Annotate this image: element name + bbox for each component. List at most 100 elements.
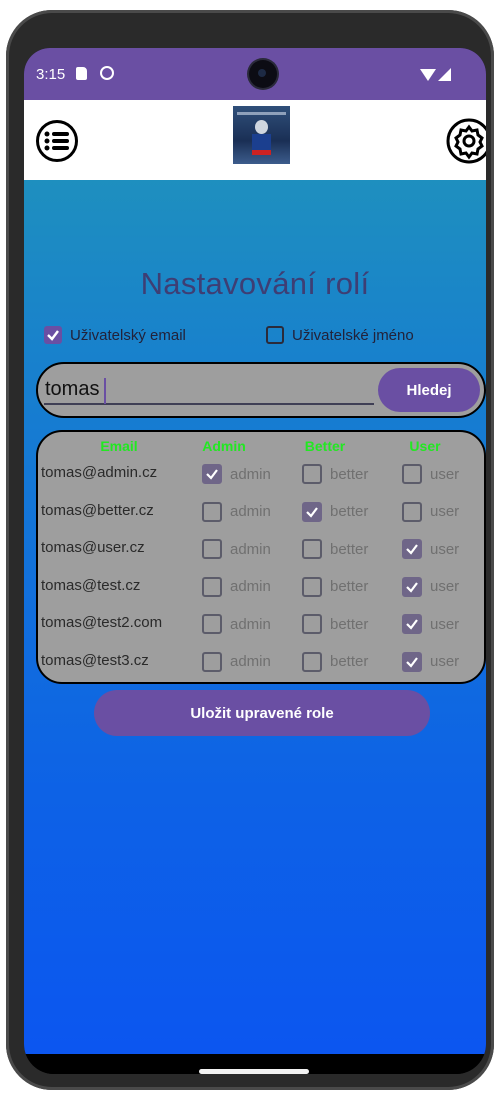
better-label: better bbox=[330, 615, 369, 633]
row-email: tomas@test2.com bbox=[41, 614, 163, 631]
app-logo bbox=[233, 106, 290, 164]
option-email[interactable]: Uživatelský email bbox=[44, 324, 186, 346]
role-better-toggle[interactable]: better bbox=[302, 650, 368, 674]
table-row: tomas@test2.com admin better user bbox=[38, 606, 484, 642]
status-time: 3:15 bbox=[36, 66, 66, 83]
admin-label: admin bbox=[230, 540, 271, 558]
admin-checkbox[interactable] bbox=[202, 614, 222, 634]
role-better-toggle[interactable]: better bbox=[302, 612, 368, 636]
home-gesture-pill[interactable] bbox=[199, 1069, 309, 1074]
email-checkbox[interactable] bbox=[44, 326, 62, 344]
better-label: better bbox=[330, 503, 369, 520]
status-bar: 3:15 bbox=[24, 48, 486, 100]
header-better: Better bbox=[304, 438, 346, 454]
table-row: tomas@better.cz admin better user bbox=[38, 494, 484, 530]
role-admin-toggle[interactable]: admin bbox=[202, 537, 271, 561]
header-admin: Admin bbox=[202, 438, 246, 454]
page-title: Nastavování rolí bbox=[140, 266, 370, 301]
role-better-toggle[interactable]: better bbox=[302, 462, 368, 486]
role-admin-toggle[interactable]: admin bbox=[202, 462, 271, 486]
role-user-toggle[interactable]: user bbox=[402, 575, 459, 599]
better-label: better bbox=[330, 653, 369, 670]
role-admin-toggle[interactable]: admin bbox=[202, 575, 271, 599]
row-email: tomas@admin.cz bbox=[41, 464, 158, 481]
role-user-toggle[interactable]: user bbox=[402, 462, 459, 486]
check-icon bbox=[406, 581, 418, 593]
user-label: user bbox=[430, 465, 460, 483]
row-email: tomas@test3.cz bbox=[41, 651, 149, 669]
role-user-toggle[interactable]: user bbox=[402, 500, 459, 524]
check-icon bbox=[206, 469, 218, 480]
check-icon bbox=[406, 619, 418, 630]
check-icon bbox=[47, 330, 59, 341]
signal-icon bbox=[438, 68, 451, 81]
user-checkbox[interactable] bbox=[402, 464, 422, 484]
search-button[interactable]: Hledej bbox=[378, 368, 480, 412]
user-checkbox[interactable] bbox=[402, 651, 422, 672]
admin-checkbox[interactable] bbox=[202, 501, 222, 522]
user-checkbox[interactable] bbox=[402, 576, 422, 597]
role-admin-toggle[interactable]: admin bbox=[202, 650, 271, 674]
user-label: user bbox=[430, 653, 460, 670]
user-checkbox[interactable] bbox=[402, 614, 422, 634]
settings-button[interactable] bbox=[446, 118, 486, 164]
check-icon bbox=[406, 544, 418, 555]
header-user: User bbox=[409, 438, 441, 454]
row-email: tomas@better.cz bbox=[41, 501, 154, 519]
user-checkbox[interactable] bbox=[402, 539, 422, 559]
better-checkbox[interactable] bbox=[302, 539, 322, 559]
role-user-toggle[interactable]: user bbox=[402, 650, 459, 674]
better-label: better bbox=[330, 465, 369, 483]
text-caret bbox=[104, 378, 106, 404]
admin-label: admin bbox=[230, 578, 271, 595]
admin-checkbox[interactable] bbox=[202, 539, 222, 559]
phone-frame: 3:15 Nastavování rolí Uživatelský email … bbox=[6, 10, 494, 1090]
better-checkbox[interactable] bbox=[302, 576, 322, 597]
user-label: user bbox=[430, 540, 460, 558]
gear-icon bbox=[446, 118, 486, 164]
better-checkbox[interactable] bbox=[302, 651, 322, 672]
admin-checkbox[interactable] bbox=[202, 576, 222, 597]
option-username-label: Uživatelské jméno bbox=[292, 326, 414, 344]
better-checkbox[interactable] bbox=[302, 501, 322, 522]
save-roles-button[interactable]: Uložit upravené role bbox=[94, 690, 430, 736]
header-email: Email bbox=[100, 438, 138, 454]
roles-table: Email Admin Better User tomas@admin.cz ad… bbox=[36, 430, 486, 684]
user-label: user bbox=[430, 578, 460, 595]
user-checkbox[interactable] bbox=[402, 501, 422, 522]
admin-label: admin bbox=[230, 465, 271, 483]
notification-icon bbox=[100, 66, 114, 80]
role-better-toggle[interactable]: better bbox=[302, 575, 368, 599]
menu-button[interactable] bbox=[36, 120, 78, 162]
screen: 3:15 Nastavování rolí Uživatelský email … bbox=[24, 48, 486, 1074]
admin-checkbox[interactable] bbox=[202, 651, 222, 672]
user-label: user bbox=[430, 503, 460, 520]
role-admin-toggle[interactable]: admin bbox=[202, 612, 271, 636]
table-row: tomas@test.cz admin better user bbox=[38, 569, 484, 605]
search-input[interactable] bbox=[44, 375, 374, 405]
table-row: tomas@test3.cz admin better user bbox=[38, 644, 484, 680]
row-email: tomas@user.cz bbox=[41, 539, 145, 556]
admin-checkbox[interactable] bbox=[202, 464, 222, 484]
better-checkbox[interactable] bbox=[302, 464, 322, 484]
admin-label: admin bbox=[230, 503, 271, 520]
better-label: better bbox=[330, 540, 369, 558]
wifi-icon bbox=[420, 69, 436, 81]
role-user-toggle[interactable]: user bbox=[402, 537, 459, 561]
role-better-toggle[interactable]: better bbox=[302, 500, 368, 524]
role-user-toggle[interactable]: user bbox=[402, 612, 459, 636]
check-icon bbox=[406, 656, 418, 668]
option-username[interactable]: Uživatelské jméno bbox=[266, 324, 414, 346]
option-email-label: Uživatelský email bbox=[70, 326, 186, 344]
list-menu-icon bbox=[44, 131, 69, 151]
app-bar bbox=[24, 100, 486, 180]
search-bar: Hledej bbox=[36, 362, 486, 418]
role-better-toggle[interactable]: better bbox=[302, 537, 368, 561]
admin-label: admin bbox=[230, 653, 271, 670]
role-admin-toggle[interactable]: admin bbox=[202, 500, 271, 524]
user-label: user bbox=[430, 615, 460, 633]
table-row: tomas@user.cz admin better user bbox=[38, 531, 484, 567]
check-icon bbox=[306, 506, 318, 518]
username-checkbox[interactable] bbox=[266, 326, 284, 344]
better-checkbox[interactable] bbox=[302, 614, 322, 634]
